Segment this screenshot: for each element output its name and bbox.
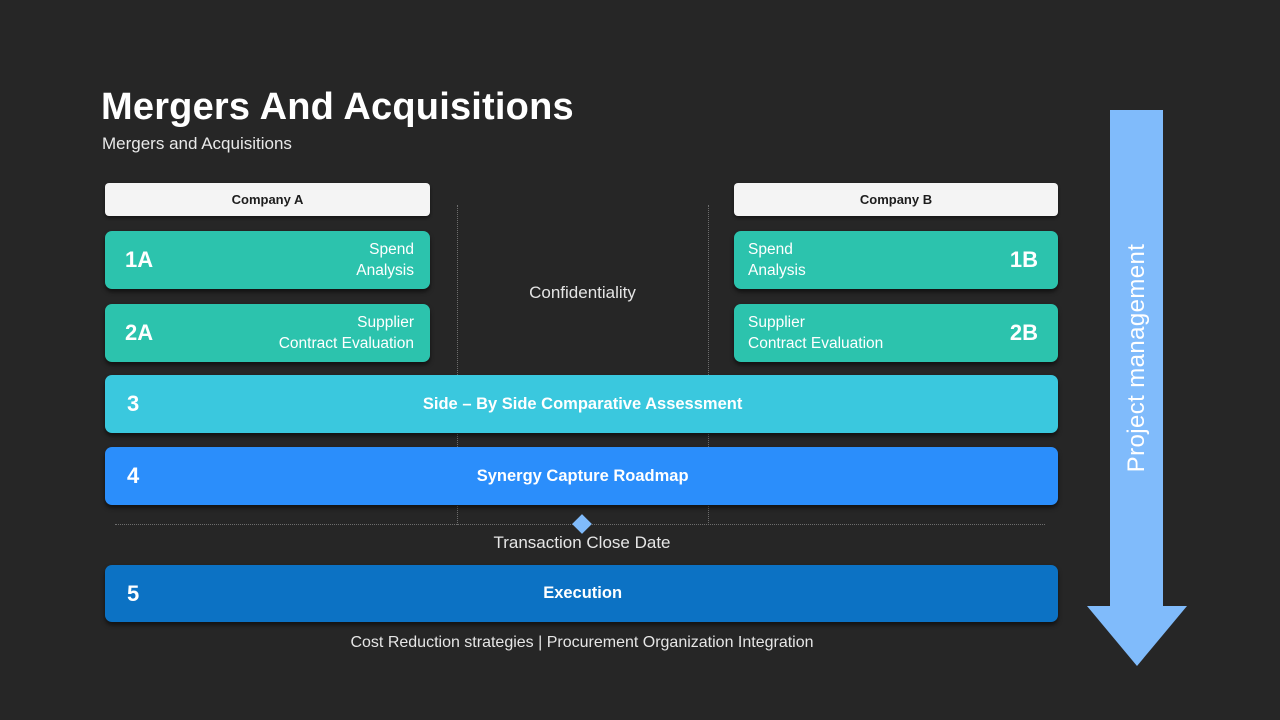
- footer-note: Cost Reduction strategies | Procurement …: [350, 634, 814, 651]
- step-label-3: Side – By Side Comparative Assessment: [422, 394, 743, 413]
- step-bar-1a[interactable]: 1A Spend Analysis: [105, 231, 430, 289]
- step-label-2a: Supplier Contract Evaluation: [278, 314, 414, 352]
- slide-canvas: Mergers And Acquisitions Mergers and Acq…: [0, 0, 1280, 720]
- step-label-4: Synergy Capture Roadmap: [476, 466, 689, 485]
- step-label-2b: Supplier Contract Evaluation: [748, 314, 884, 352]
- step-bar-4[interactable]: 4 Synergy Capture Roadmap: [105, 447, 1058, 505]
- step-bar-1b[interactable]: Spend Analysis 1B: [734, 231, 1058, 289]
- down-arrow-icon-head: [1087, 606, 1187, 666]
- page-subtitle: Mergers and Acquisitions: [102, 134, 292, 153]
- step-bar-5[interactable]: 5 Execution: [105, 565, 1058, 622]
- column-header-company-a-label: Company A: [231, 192, 304, 207]
- column-header-company-b-label: Company B: [859, 192, 933, 207]
- diamond-icon: [572, 514, 592, 534]
- step-number-1b: 1B: [1009, 247, 1038, 272]
- column-header-company-a[interactable]: Company A: [105, 183, 430, 216]
- column-header-company-b[interactable]: Company B: [734, 183, 1058, 216]
- page-title: Mergers And Acquisitions: [101, 86, 574, 128]
- step-bar-2b[interactable]: Supplier Contract Evaluation 2B: [734, 304, 1058, 362]
- project-management-arrow: Project management: [1087, 110, 1187, 666]
- step-label-1b: Spend Analysis: [748, 241, 806, 279]
- project-management-label: Project management: [1122, 243, 1150, 473]
- confidentiality-label: Confidentiality: [529, 283, 636, 302]
- step-label-5: Execution: [543, 584, 623, 602]
- step-number-2b: 2B: [1009, 320, 1038, 345]
- transaction-close-date-label: Transaction Close Date: [493, 533, 671, 552]
- step-bar-2a[interactable]: 2A Supplier Contract Evaluation: [105, 304, 430, 362]
- step-bar-3[interactable]: 3 Side – By Side Comparative Assessment: [105, 375, 1058, 433]
- step-number-2a: 2A: [125, 320, 154, 345]
- step-number-1a: 1A: [125, 247, 154, 272]
- step-label-1a: Spend Analysis: [356, 241, 414, 279]
